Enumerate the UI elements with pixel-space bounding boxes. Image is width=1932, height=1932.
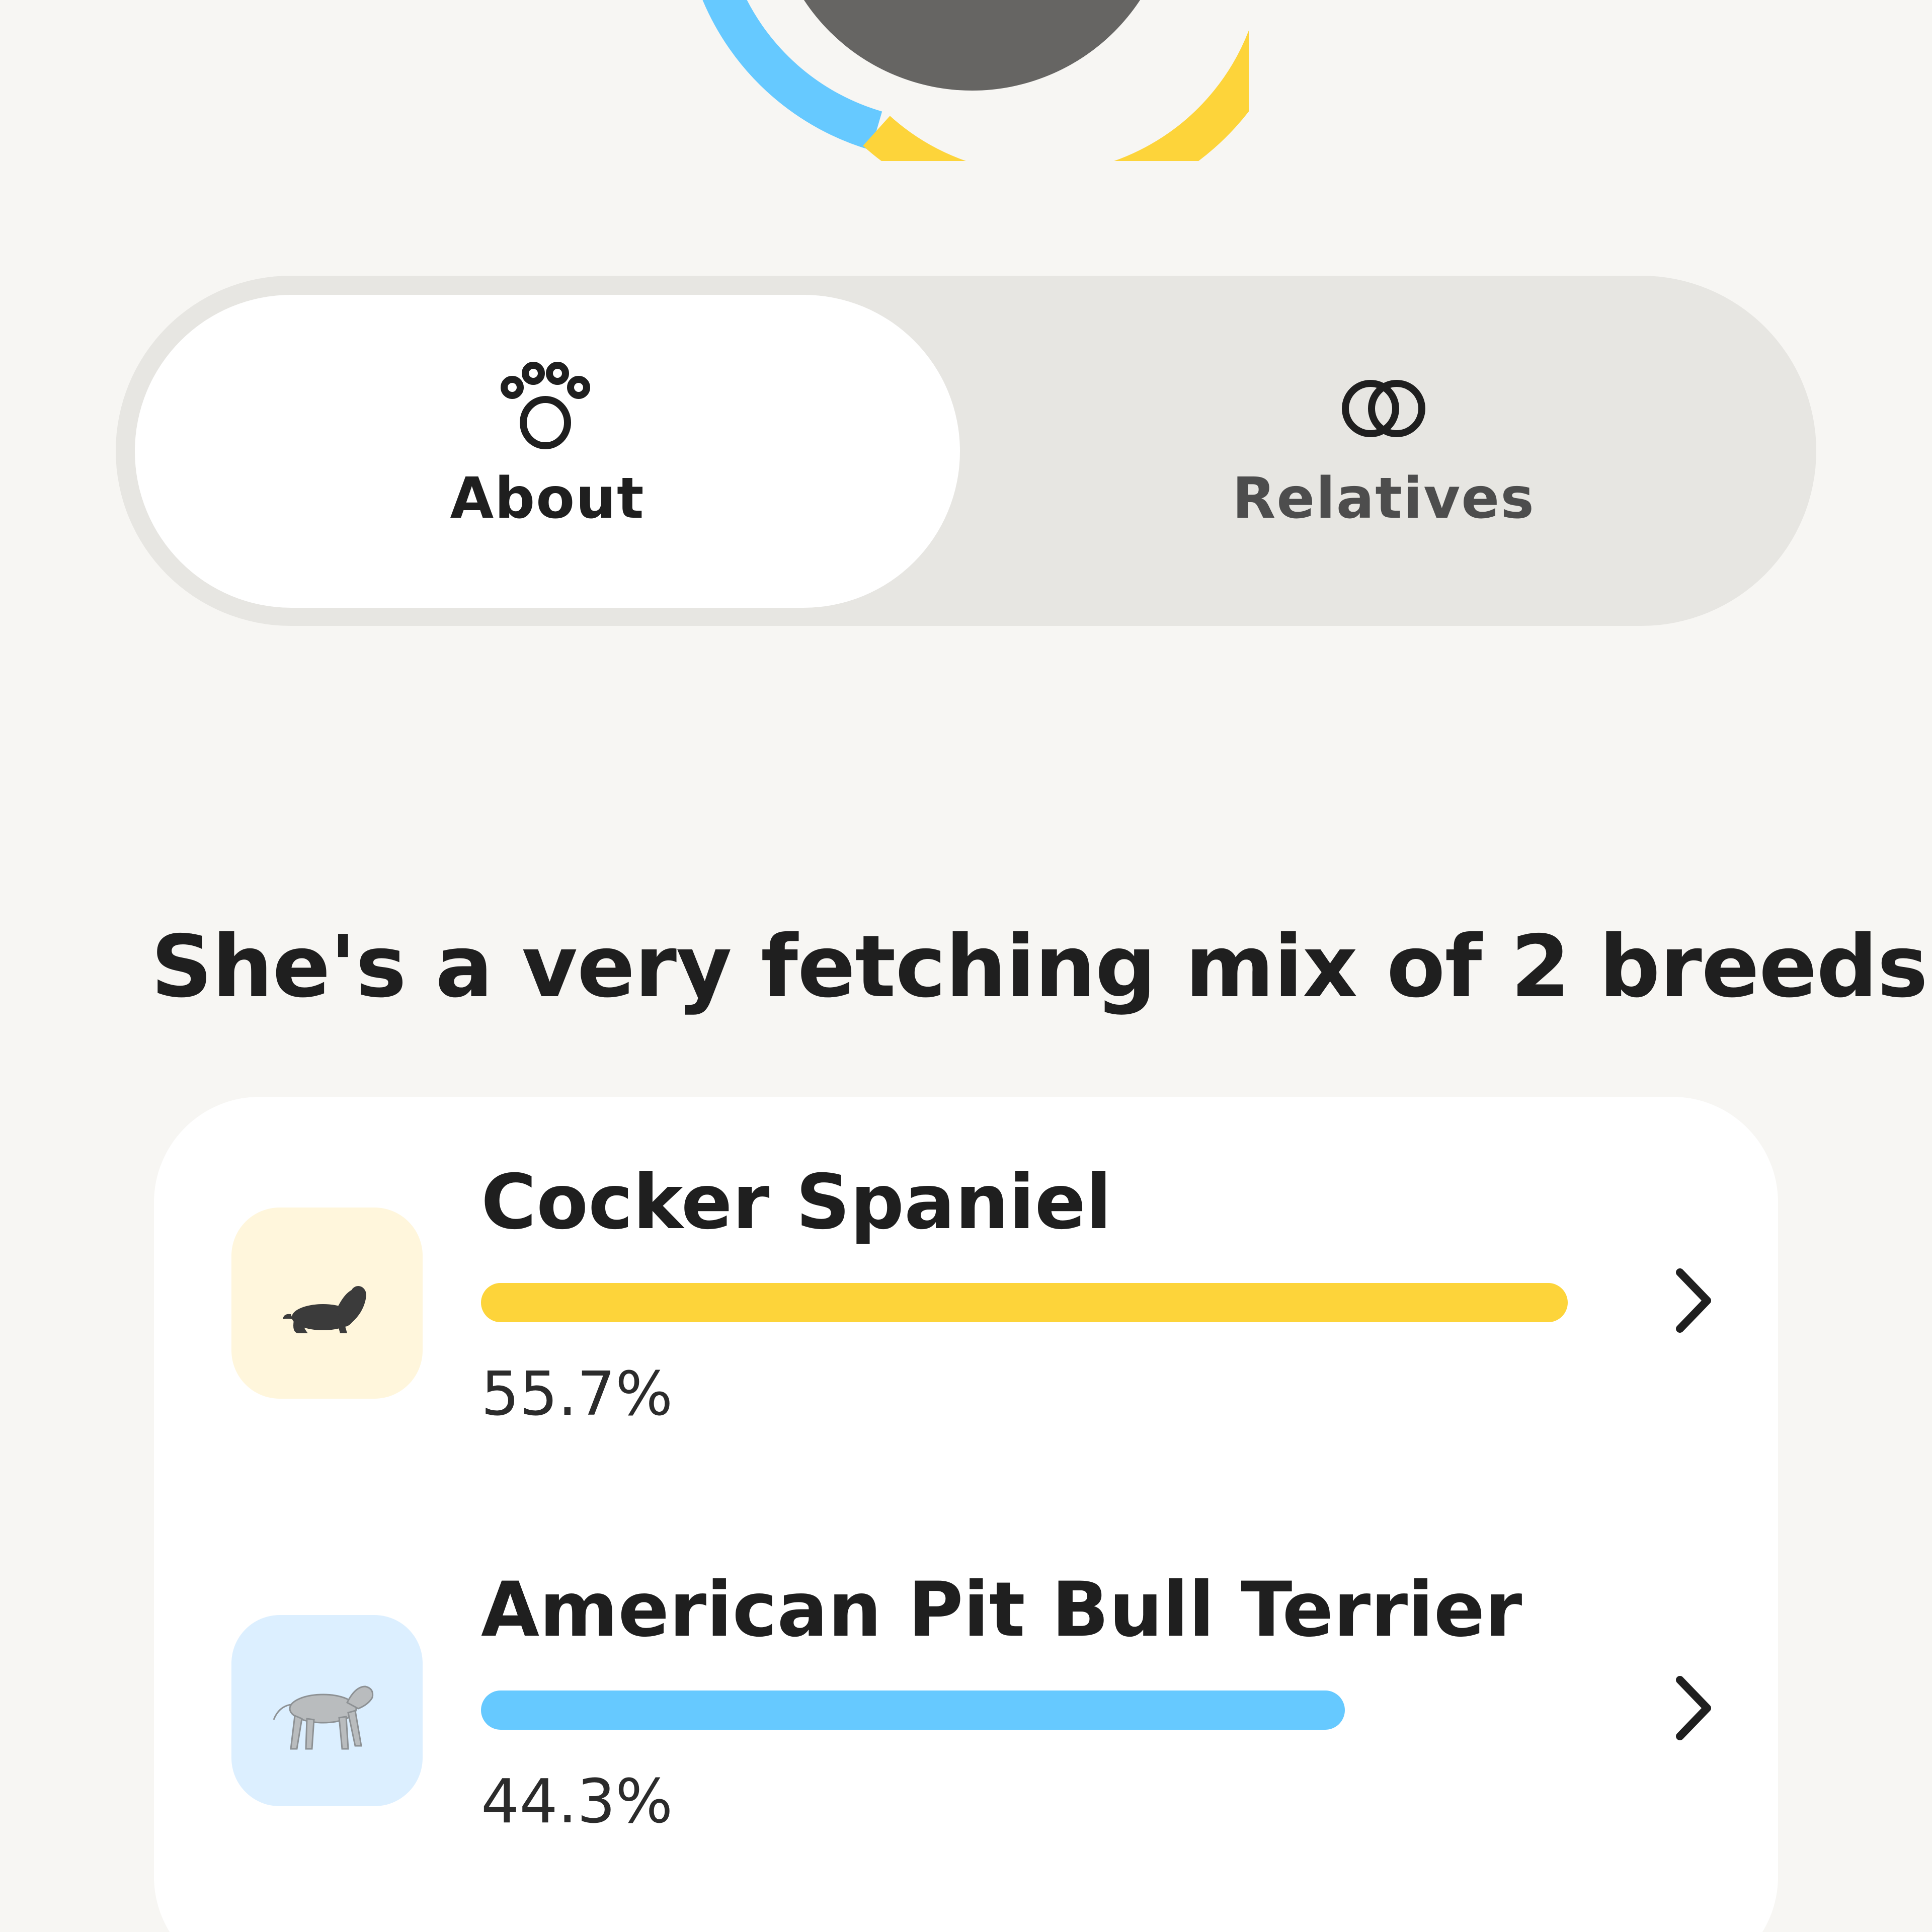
linked-rings-icon (1342, 380, 1425, 438)
breed-percentage-bar (481, 1691, 1568, 1730)
breed-thumbnail (231, 1208, 423, 1399)
breed-percentage: 55.7% (481, 1359, 673, 1429)
tab-relatives[interactable]: Relatives (971, 295, 1796, 608)
paw-icon (501, 362, 590, 450)
breed-percentage-bar-fill (481, 1691, 1345, 1730)
breed-mix-headline: She's a very fetching mix of 2 breeds (151, 917, 1928, 1017)
breed-thumbnail (231, 1615, 423, 1806)
breed-name: American Pit Bull Terrier (481, 1566, 1522, 1654)
chevron-right-icon[interactable] (1658, 1248, 1729, 1353)
pit-bull-icon (273, 1685, 374, 1750)
breed-results-screen: About Relatives She's a very fetching mi… (0, 0, 1932, 1932)
breed-percentage-bar-fill (481, 1283, 1568, 1322)
tab-about-label: About (450, 466, 645, 532)
tab-about[interactable]: About (135, 295, 960, 608)
breed-row-cocker-spaniel[interactable]: Cocker Spaniel 55.7% (154, 1157, 1778, 1479)
breed-row-american-pit-bull-terrier[interactable]: American Pit Bull Terrier 44.3% (154, 1565, 1778, 1887)
chevron-right-icon[interactable] (1658, 1655, 1729, 1761)
breed-percentage-bar (481, 1283, 1568, 1322)
tab-relatives-label: Relatives (1232, 466, 1535, 532)
breed-percentage: 44.3% (481, 1767, 673, 1837)
avatar-photo (804, 0, 1140, 91)
profile-tabs: About Relatives (116, 276, 1816, 626)
dog-avatar-ring (702, 0, 1249, 161)
breed-breakdown-card: Cocker Spaniel 55.7% American Pit Bull T… (154, 1097, 1778, 1932)
cocker-spaniel-icon (283, 1286, 366, 1333)
breed-name: Cocker Spaniel (481, 1159, 1112, 1246)
